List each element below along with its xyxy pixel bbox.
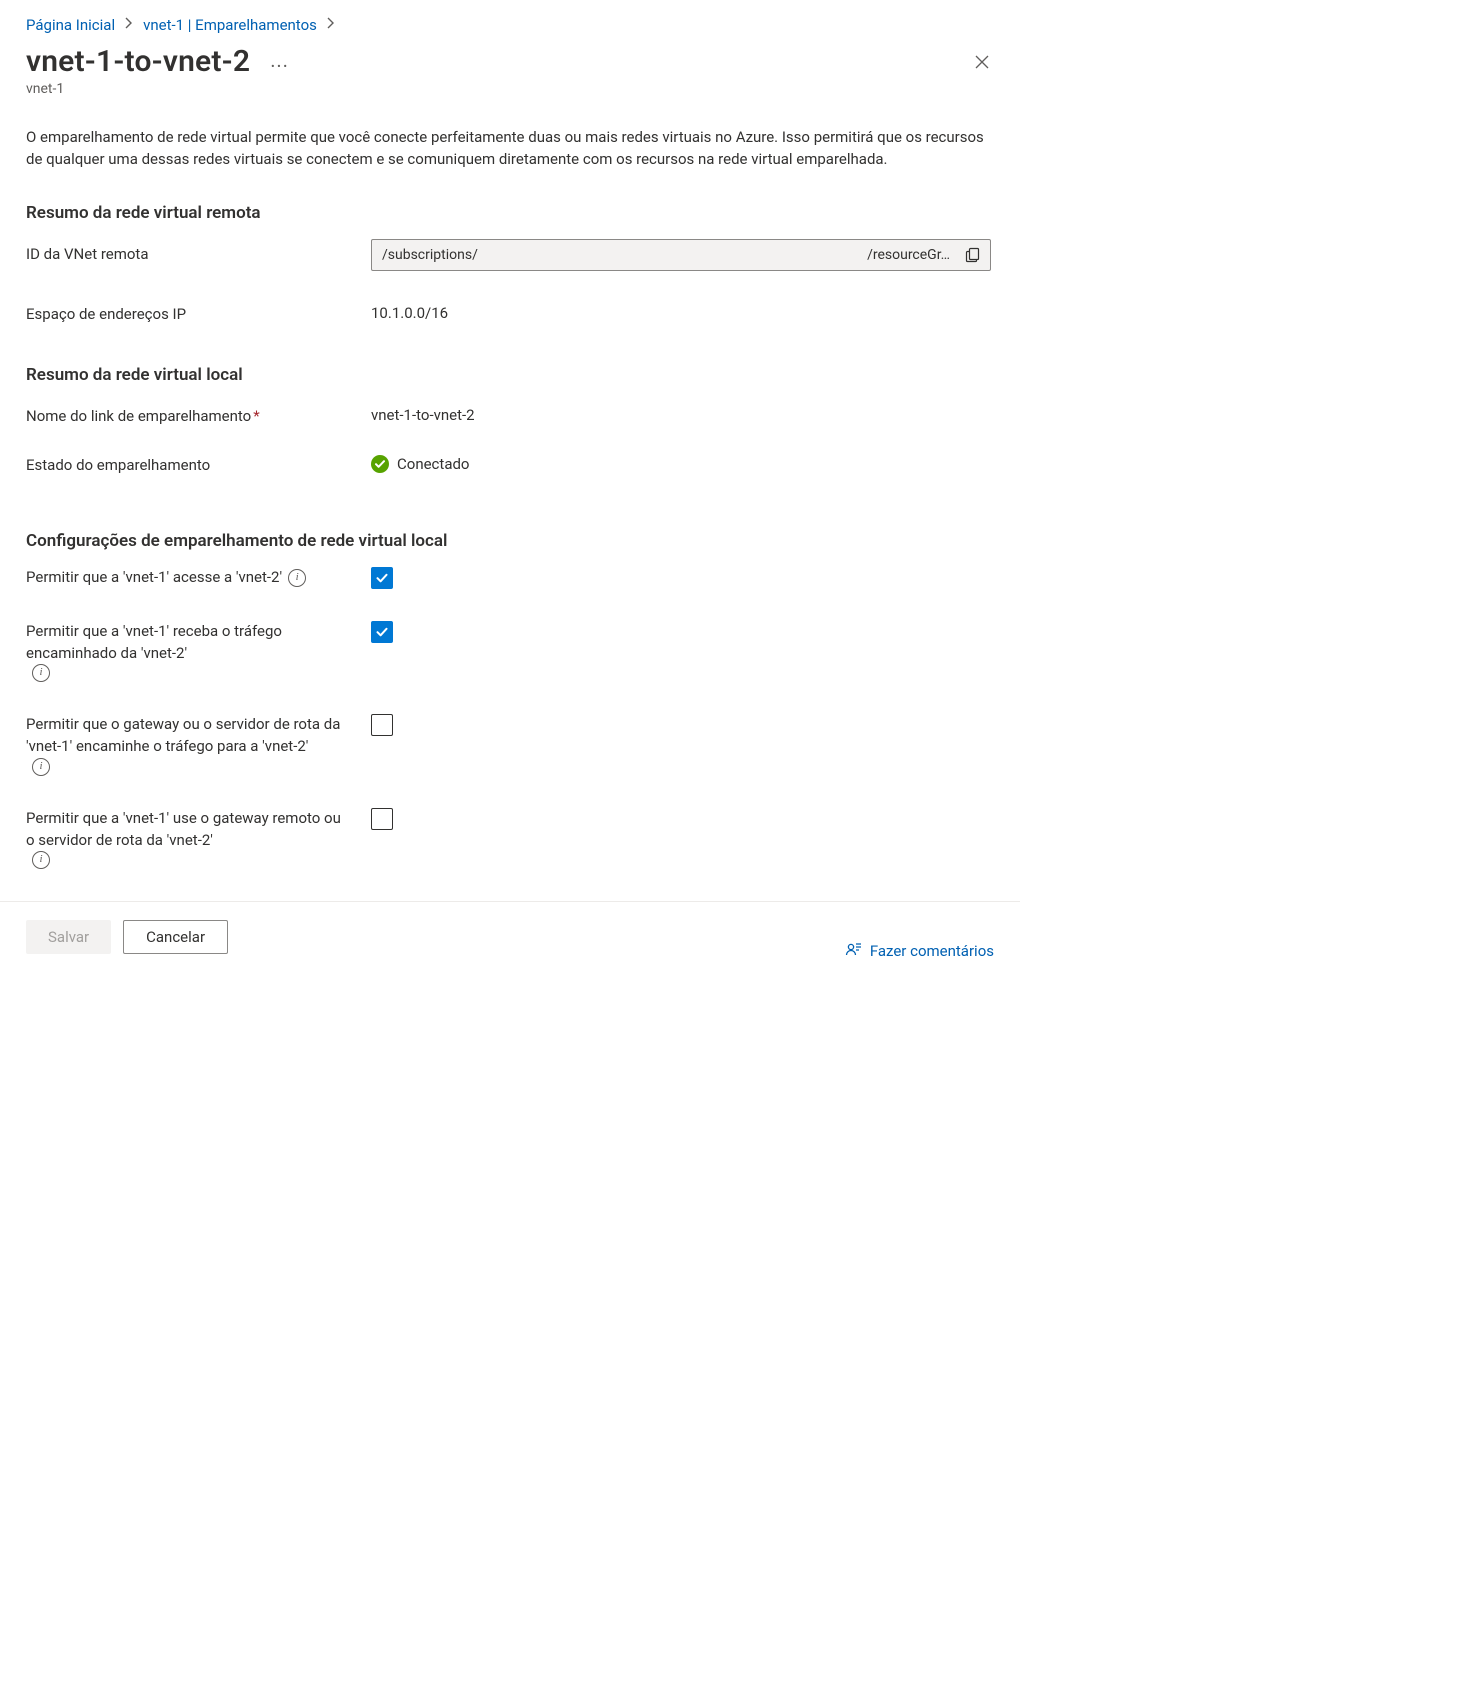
copy-button[interactable] bbox=[956, 239, 990, 271]
chevron-right-icon bbox=[125, 17, 133, 33]
page-description: O emparelhamento de rede virtual permite… bbox=[26, 127, 986, 171]
page-title: vnet-1-to-vnet-2 bbox=[26, 44, 250, 79]
success-icon bbox=[371, 455, 389, 473]
info-icon[interactable]: i bbox=[32, 758, 50, 776]
remote-vnet-section: Resumo da rede virtual remota ID da VNet… bbox=[26, 203, 994, 326]
remote-addr-label: Espaço de endereços IP bbox=[26, 299, 371, 326]
info-icon[interactable]: i bbox=[288, 569, 306, 587]
setting-row: Permitir que a 'vnet-1' receba o tráfego… bbox=[26, 621, 994, 683]
setting-label: Permitir que a 'vnet-1' acesse a 'vnet-2… bbox=[26, 567, 371, 589]
remote-addr-value: 10.1.0.0/16 bbox=[371, 299, 994, 322]
breadcrumb: Página Inicial vnet-1 | Emparelhamentos bbox=[26, 16, 994, 34]
remote-id-value-right: /resourceGr… bbox=[867, 247, 956, 263]
remote-id-value-left: /subscriptions/ bbox=[372, 247, 488, 263]
footer-bar: Salvar Cancelar Fazer comentários bbox=[0, 901, 1020, 968]
setting-row: Permitir que a 'vnet-1' use o gateway re… bbox=[26, 808, 994, 870]
setting-checkbox[interactable] bbox=[371, 567, 393, 589]
close-button[interactable] bbox=[970, 50, 994, 74]
remote-id-value-box: /subscriptions/ /resourceGr… bbox=[371, 239, 991, 271]
setting-row: Permitir que a 'vnet-1' acesse a 'vnet-2… bbox=[26, 567, 994, 589]
remote-section-title: Resumo da rede virtual remota bbox=[26, 203, 994, 223]
link-name-value: vnet-1-to-vnet-2 bbox=[371, 401, 994, 424]
setting-label: Permitir que o gateway ou o servidor de … bbox=[26, 714, 371, 776]
save-button: Salvar bbox=[26, 920, 111, 954]
setting-checkbox[interactable] bbox=[371, 621, 393, 643]
peering-state-label: Estado do emparelhamento bbox=[26, 450, 371, 477]
local-section-title: Resumo da rede virtual local bbox=[26, 365, 994, 385]
setting-label: Permitir que a 'vnet-1' receba o tráfego… bbox=[26, 621, 371, 683]
breadcrumb-home[interactable]: Página Inicial bbox=[26, 16, 115, 34]
link-name-label: Nome do link de emparelhamento* bbox=[26, 401, 371, 428]
info-icon[interactable]: i bbox=[32, 664, 50, 682]
peering-settings-section: Configurações de emparelhamento de rede … bbox=[26, 531, 994, 870]
setting-label: Permitir que a 'vnet-1' use o gateway re… bbox=[26, 808, 371, 870]
setting-row: Permitir que o gateway ou o servidor de … bbox=[26, 714, 994, 776]
local-vnet-section: Resumo da rede virtual local Nome do lin… bbox=[26, 365, 994, 477]
info-icon[interactable]: i bbox=[32, 851, 50, 869]
breadcrumb-parent[interactable]: vnet-1 | Emparelhamentos bbox=[143, 16, 317, 34]
peering-state-value: Conectado bbox=[397, 455, 470, 473]
remote-id-label: ID da VNet remota bbox=[26, 239, 371, 266]
more-actions-button[interactable]: ··· bbox=[270, 54, 289, 78]
page-subtitle: vnet-1 bbox=[26, 81, 994, 97]
chevron-right-icon bbox=[327, 17, 335, 33]
setting-checkbox[interactable] bbox=[371, 714, 393, 736]
settings-section-title: Configurações de emparelhamento de rede … bbox=[26, 531, 994, 551]
feedback-icon bbox=[845, 942, 863, 960]
cancel-button[interactable]: Cancelar bbox=[123, 920, 228, 954]
setting-checkbox[interactable] bbox=[371, 808, 393, 830]
feedback-link[interactable]: Fazer comentários bbox=[845, 942, 994, 960]
